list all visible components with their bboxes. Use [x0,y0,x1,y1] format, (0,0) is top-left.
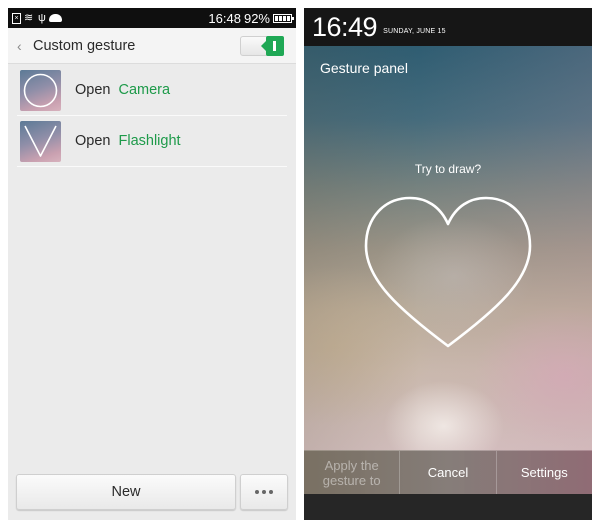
gesture-item-flashlight[interactable]: Open Flashlight [17,116,287,167]
gesture-action: Open [75,133,111,149]
gesture-target: Camera [118,82,171,98]
more-button[interactable] [240,474,288,510]
gesture-action-bar: Apply the gesture to Cancel Settings [304,450,592,494]
draw-hint: Try to draw? [414,162,482,176]
toggle-on-indicator [261,36,284,56]
gesture-list: Open Camera Open Flashlight [8,65,296,167]
gesture-item-camera[interactable]: Open Camera [17,65,287,116]
gesture-target: Flashlight [118,133,181,149]
apply-gesture-button[interactable]: Apply the gesture to [304,451,401,494]
v-gesture-icon [20,120,61,162]
settings-button[interactable]: Settings [497,451,592,494]
new-gesture-button[interactable]: New [16,474,236,510]
usb-icon: ψ [38,11,46,24]
status-time: 16:48 [208,10,241,26]
heart-gesture-drawing-area[interactable] [362,188,534,350]
heart-shape-icon [364,196,532,348]
clock-time: 16:49 [312,11,378,42]
wifi-icon: ≋ [24,11,34,24]
gesture-panel-screen: 16:49 SUNDAY, JUNE 15 Gesture panel Try … [304,8,592,520]
gesture-action: Open [75,82,111,98]
custom-gesture-screen: × ≋ ψ 16:48 92% ‹ Custom gesture Open Ca… [8,8,296,520]
custom-gesture-toggle[interactable] [240,36,284,56]
more-dots-icon [255,490,273,494]
sim-icon: × [12,12,21,24]
status-bar: × ≋ ψ 16:48 92% [8,8,296,28]
page-title: Custom gesture [33,37,136,54]
back-icon[interactable]: ‹ [17,38,29,54]
bottom-toolbar: New [16,474,288,510]
android-debug-icon [49,14,62,22]
cancel-button[interactable]: Cancel [400,451,497,494]
title-bar: ‹ Custom gesture [8,28,296,64]
circle-gesture-icon [20,69,61,111]
navigation-strip [304,494,592,520]
clock-bar: 16:49 SUNDAY, JUNE 15 [304,8,592,46]
clock-date: SUNDAY, JUNE 15 [383,27,446,35]
panel-title: Gesture panel [320,60,408,76]
battery-icon [273,13,294,23]
battery-percent: 92% [243,10,270,26]
